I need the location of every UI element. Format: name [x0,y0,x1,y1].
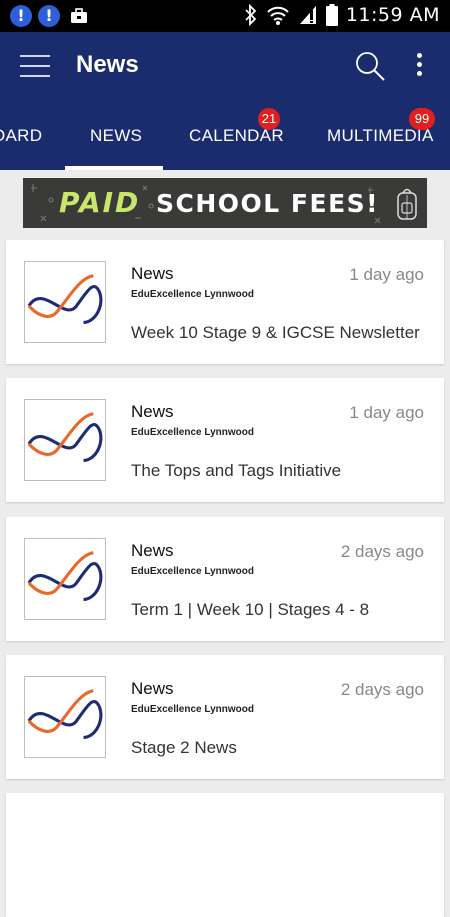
news-card[interactable]: News EduExcellence Lynnwood 2 days ago S… [6,655,444,779]
school-logo-icon [24,261,106,343]
wifi-icon [267,6,289,25]
news-card[interactable]: News EduExcellence Lynnwood 1 day ago We… [6,240,444,364]
backpack-icon [397,188,417,220]
news-category: News [131,541,174,560]
signal-icon [299,6,316,24]
more-options-icon[interactable] [412,53,426,81]
calendar-badge: 21 [258,108,280,130]
news-time: 2 days ago [340,542,424,561]
news-headline: Stage 2 News [131,738,237,757]
school-logo-icon [24,538,106,620]
tab-dashboard[interactable]: OARD [0,126,42,146]
battery-icon [325,4,338,26]
news-category: News [131,264,174,283]
news-source: EduExcellence Lynnwood [131,427,254,438]
news-headline: Term 1 | Week 10 | Stages 4 - 8 [131,600,370,619]
news-category: News [131,402,174,421]
app-bar: News [0,32,450,102]
news-time: 1 day ago [349,403,424,422]
news-source: EduExcellence Lynnwood [131,289,254,300]
news-time: 1 day ago [349,265,424,284]
school-logo-icon [24,676,106,758]
news-card[interactable]: News EduExcellence Lynnwood 2 days ago T… [6,517,444,641]
school-fees-banner[interactable]: PAID SCHOOL FEES! [23,178,427,228]
tab-news[interactable]: NEWS [90,126,142,146]
alert-notification-icon: ! [38,5,60,27]
hamburger-menu-icon[interactable] [20,54,50,78]
news-time: 2 days ago [340,680,424,699]
news-headline: Week 10 Stage 9 & IGCSE Newsletter [131,323,420,342]
status-bar: ! ! 11:59 AM [0,0,450,32]
news-source: EduExcellence Lynnwood [131,566,254,577]
search-icon[interactable] [354,50,386,82]
news-card[interactable]: News EduExcellence Lynnwood 1 day ago Th… [6,378,444,502]
briefcase-notification-icon [71,8,87,23]
news-category: News [131,679,174,698]
news-card-partial[interactable] [6,793,444,917]
school-logo-icon [24,399,106,481]
bluetooth-icon [245,4,257,26]
news-source: EduExcellence Lynnwood [131,704,254,715]
tab-bar: OARD NEWS CALENDAR 21 MULTIMEDIA 99 [0,102,450,170]
banner-fees-text: SCHOOL FEES! [156,189,380,218]
status-time: 11:59 AM [345,4,440,26]
page-title: News [76,51,139,78]
banner-paid-text: PAID [59,186,141,219]
news-headline: The Tops and Tags Initiative [131,461,342,480]
alert-notification-icon: ! [10,5,32,27]
multimedia-badge: 99 [409,108,435,130]
active-tab-indicator [65,166,163,170]
